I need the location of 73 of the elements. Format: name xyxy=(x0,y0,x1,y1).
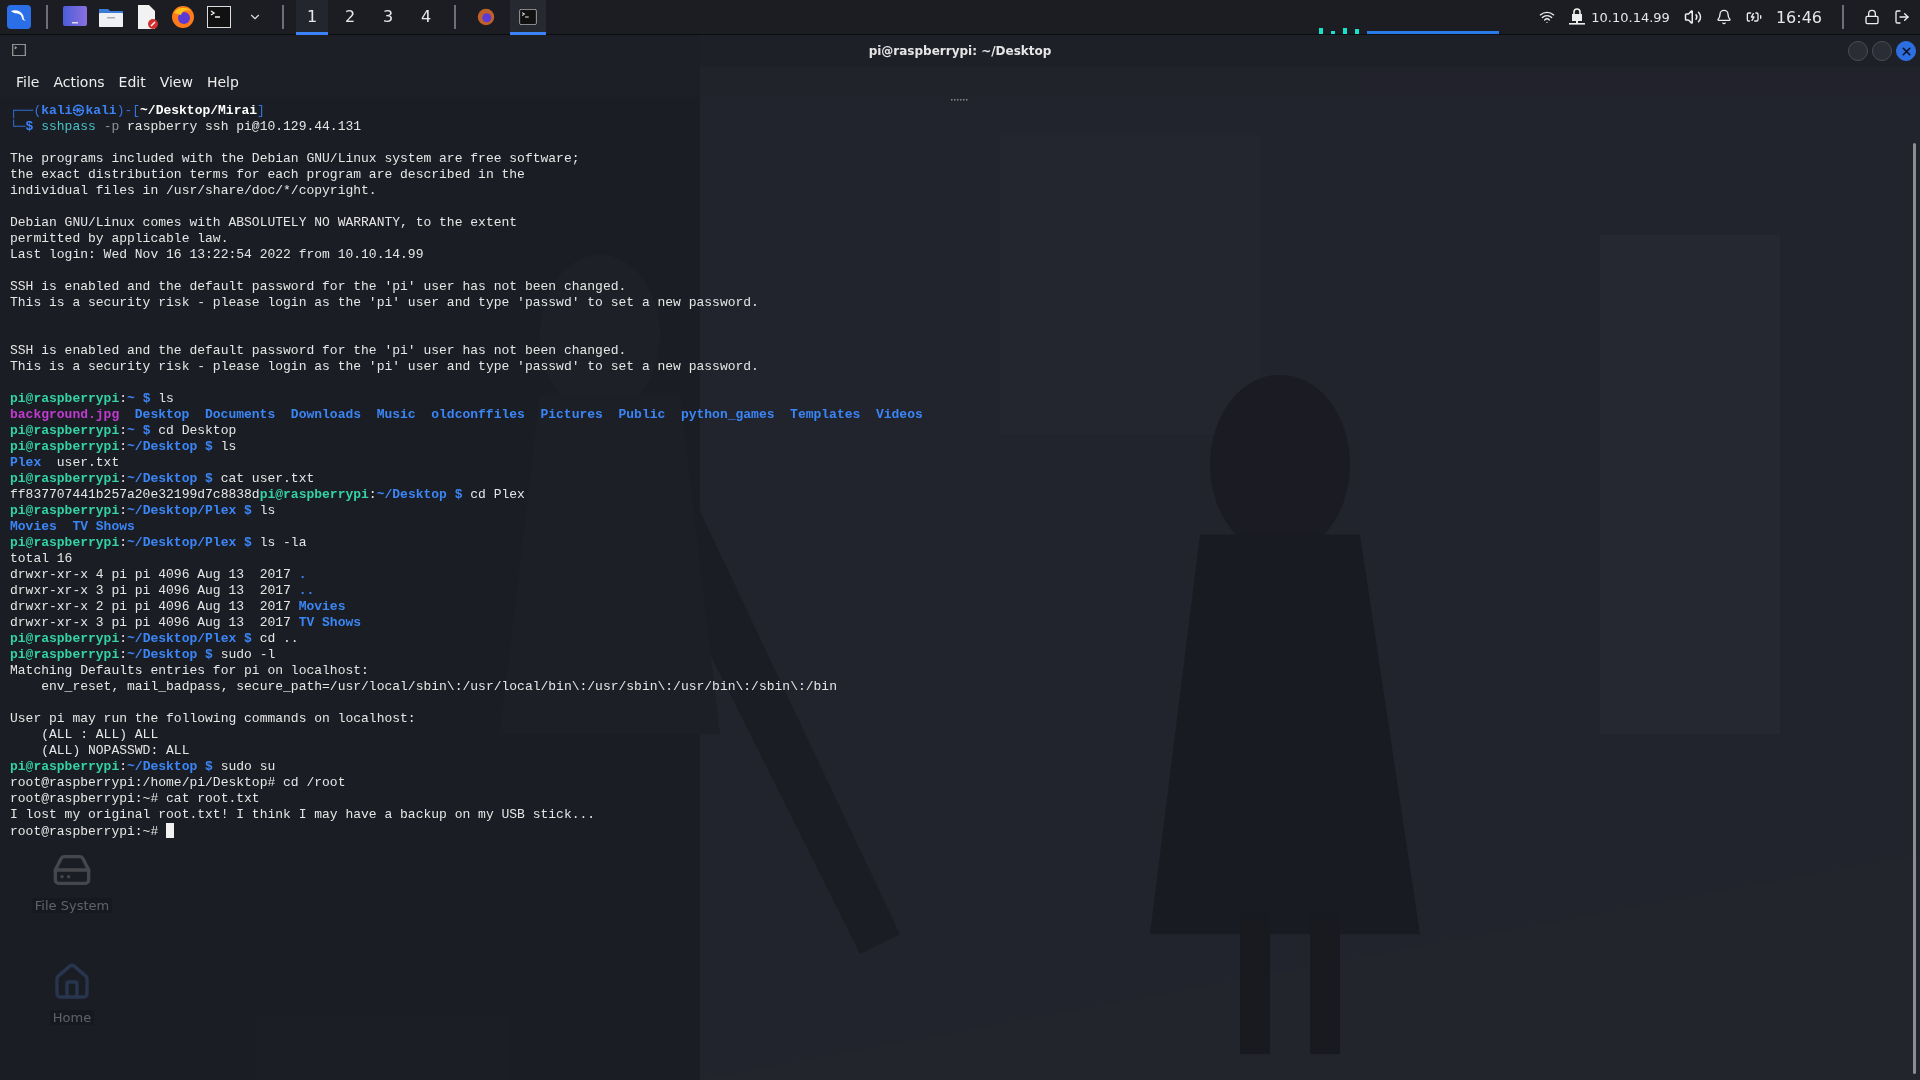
menu-item[interactable]: File xyxy=(10,70,46,94)
browser-icon xyxy=(171,5,195,29)
terminal-line: I lost my original root.txt! I think I may have a backup on my USB stick... xyxy=(10,807,596,823)
lock-icon[interactable] xyxy=(1864,9,1880,25)
ip-address: 10.10.14.99 xyxy=(1591,9,1670,25)
terminal-line: env_reset, mail_badpass, secure_path=/usr/local/sbin\:/usr/local/bin\:/usr/sbin\:/usr/bin\:/sbin\:/bin xyxy=(40,679,837,695)
terminal-line: This is a security risk - please login as the 'pi' user and type 'passwd' to set a new password. xyxy=(10,359,759,375)
document-edit-icon xyxy=(136,5,158,29)
terminal-line: total 16 xyxy=(10,551,73,567)
terminal-line: (ALL) NOPASSWD: ALL xyxy=(40,743,190,759)
notification-icon[interactable] xyxy=(1715,9,1732,25)
terminal-line: root@raspberrypi:~# xyxy=(10,823,175,839)
wifi-icon[interactable] xyxy=(1539,9,1556,25)
close-button[interactable] xyxy=(1896,41,1916,61)
terminal-line: root@raspberrypi:~# cat root.txt xyxy=(10,791,260,807)
logout-icon[interactable] xyxy=(1894,9,1910,25)
terminal-line: Movies TV Shows xyxy=(10,519,135,535)
terminal-line: drwxr-xr-x 3 pi pi 4096 Aug 13 2017 TV Shows xyxy=(10,615,362,631)
desktop-icon-label: File System xyxy=(31,898,113,913)
battery-icon[interactable] xyxy=(1745,9,1762,25)
vpn-lock-icon[interactable] xyxy=(1569,8,1586,26)
workspace-button[interactable]: 3 xyxy=(372,0,404,35)
terminal-line: Debian GNU/Linux comes with ABSOLUTELY NO WARRANTY, to the extent xyxy=(10,215,518,231)
terminal-line: pi@raspberrypi:~/Desktop/Plex $ ls xyxy=(10,503,276,519)
menu-item[interactable]: Edit xyxy=(112,70,152,94)
terminal-line: User pi may run the following commands on localhost: xyxy=(10,711,416,727)
grip-icon xyxy=(951,98,969,102)
terminal-line: pi@raspberrypi:~/Desktop $ cat user.txt xyxy=(10,471,315,487)
menu-item[interactable]: Help xyxy=(200,70,245,94)
terminal-line: permitted by applicable law. xyxy=(10,231,229,247)
desktop-icon-label: Home xyxy=(49,1010,95,1025)
terminal-line: pi@raspberrypi:~/Desktop $ sudo -l xyxy=(10,647,276,663)
terminal-icon xyxy=(519,8,537,25)
terminal-line: └─$ sshpass -p raspberry ssh pi@10.129.44.131 xyxy=(10,119,362,135)
terminal-icon xyxy=(12,44,26,56)
folder-icon xyxy=(99,7,123,27)
terminal-line: individual files in /usr/share/doc/*/copyright. xyxy=(10,183,377,199)
terminal-line: ff837707441b257a20e32199d7c8838dpi@raspberrypi:~/Desktop $ cd Plex xyxy=(10,487,525,503)
terminal-line: This is a security risk - please login as the 'pi' user and type 'passwd' to set a new password. xyxy=(10,295,759,311)
terminal-line: pi@raspberrypi:~ $ ls xyxy=(10,391,174,407)
browser-icon xyxy=(477,7,495,26)
volume-icon[interactable] xyxy=(1683,8,1702,26)
terminal-line: pi@raspberrypi:~/Desktop/Plex $ cd .. xyxy=(10,631,299,647)
terminal-line: ┌──(kali㉿kali)-[~/Desktop/Mirai] xyxy=(10,103,265,119)
terminal-line: drwxr-xr-x 4 pi pi 4096 Aug 13 2017 . xyxy=(10,567,307,583)
terminal-line: Matching Defaults entries for pi on localhost: xyxy=(10,663,369,679)
scroll-bar[interactable] xyxy=(1913,143,1916,1074)
menu-item[interactable]: View xyxy=(153,70,199,94)
window-button[interactable] xyxy=(510,0,546,35)
workspace-button[interactable]: 4 xyxy=(410,0,442,35)
terminal-line: (ALL : ALL) ALL xyxy=(40,727,159,743)
desktop-icon xyxy=(63,6,87,28)
workspace-button[interactable]: 2 xyxy=(334,0,366,35)
terminal-line: pi@raspberrypi:~/Desktop $ ls xyxy=(10,439,237,455)
menu-item[interactable]: Actions xyxy=(47,70,111,94)
clock[interactable]: 16:46 xyxy=(1775,7,1822,27)
terminal-line: Last login: Wed Nov 16 13:22:54 2022 from 10.10.14.99 xyxy=(10,247,424,263)
terminal-line: drwxr-xr-x 3 pi pi 4096 Aug 13 2017 .. xyxy=(10,583,315,599)
terminal-line: pi@raspberrypi:~ $ cd Desktop xyxy=(10,423,237,439)
workspace-button[interactable]: 1 xyxy=(296,0,328,35)
terminal-line: root@raspberrypi:/home/pi/Desktop# cd /root xyxy=(10,775,346,791)
terminal-line: Plex user.txt xyxy=(10,455,120,471)
terminal-line: the exact distribution terms for each program are described in the xyxy=(10,167,525,183)
terminal-line: The programs included with the Debian GNU/Linux system are free software; xyxy=(10,151,580,167)
close-icon xyxy=(1899,44,1913,58)
terminal-line: pi@raspberrypi:~/Desktop/Plex $ ls -la xyxy=(10,535,307,551)
terminal-line: SSH is enabled and the default password for the 'pi' user has not been changed. xyxy=(10,343,627,359)
terminal-icon xyxy=(207,6,231,28)
terminal-line: pi@raspberrypi:~/Desktop $ sudo su xyxy=(10,759,276,775)
terminal-line: background.jpg Desktop Documents Downloads Music oldconffiles Pictures Public python_games Templates Videos xyxy=(10,407,923,423)
terminal-line: SSH is enabled and the default password for the 'pi' user has not been changed. xyxy=(10,279,627,295)
window-title: pi@raspberrypi: ~/Desktop xyxy=(868,44,1052,58)
terminal-line: drwxr-xr-x 2 pi pi 4096 Aug 13 2017 Movies xyxy=(10,599,346,615)
